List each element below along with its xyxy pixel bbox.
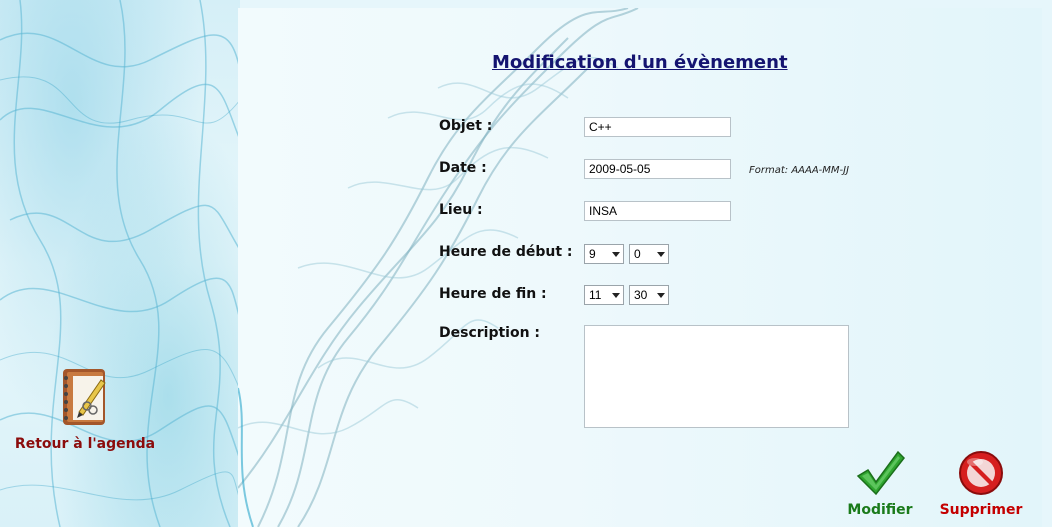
back-to-agenda-link[interactable]: Retour à l'agenda: [10, 366, 160, 452]
objet-label: Objet :: [439, 118, 493, 134]
heure-fin-hour-value: 11: [589, 288, 602, 302]
page-title: Modification d'un évènement: [492, 52, 788, 73]
decorative-swirl-strand: [238, 8, 639, 527]
date-label: Date :: [439, 160, 487, 176]
chevron-down-icon: [612, 293, 620, 298]
heure-debut-minute-select[interactable]: 0: [629, 244, 669, 264]
heure-debut-hour-select[interactable]: 9: [584, 244, 624, 264]
lieu-label: Lieu :: [439, 202, 483, 218]
date-field[interactable]: 2009-05-05: [584, 159, 731, 179]
back-to-agenda-label: Retour à l'agenda: [14, 436, 156, 452]
heure-fin-minute-select[interactable]: 30: [629, 285, 669, 305]
green-checkmark-icon: [856, 450, 905, 496]
chevron-down-icon: [657, 252, 665, 257]
modify-label: Modifier: [847, 502, 913, 518]
heure-debut-hour-value: 9: [589, 247, 596, 261]
heure-fin-minute-value: 30: [634, 288, 648, 302]
lieu-field[interactable]: INSA: [584, 201, 731, 221]
heure-fin-hour-select[interactable]: 11: [584, 285, 624, 305]
delete-button[interactable]: Supprimer: [936, 448, 1026, 518]
chevron-down-icon: [657, 293, 665, 298]
date-format-hint: Format: AAAA-MM-JJ: [749, 165, 850, 176]
heure-fin-label: Heure de fin :: [439, 286, 547, 302]
red-forbidden-icon: [959, 451, 1003, 495]
delete-label: Supprimer: [939, 502, 1023, 518]
agenda-notebook-icon: [63, 369, 106, 425]
heure-debut-minute-value: 0: [634, 247, 641, 261]
objet-field[interactable]: C++: [584, 117, 731, 137]
heure-debut-label: Heure de début :: [439, 244, 573, 260]
modify-button[interactable]: Modifier: [846, 448, 914, 518]
description-label: Description :: [439, 325, 541, 341]
description-textarea[interactable]: [584, 325, 849, 428]
chevron-down-icon: [612, 252, 620, 257]
content-panel: [238, 8, 1042, 527]
